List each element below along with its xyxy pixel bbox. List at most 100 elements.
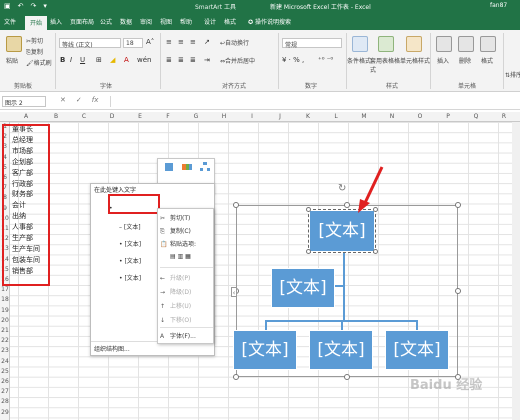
align-left-icon[interactable]: ≣: [166, 56, 172, 64]
resize-handle[interactable]: [455, 202, 461, 208]
row-header[interactable]: 19: [0, 307, 10, 314]
column-header[interactable]: E: [126, 113, 154, 120]
style-icon[interactable]: [164, 162, 174, 172]
menu-item-copy[interactable]: ⎘ 复制(C): [160, 226, 213, 236]
decimal-icon[interactable]: ⁺⁰ ⁻⁰: [318, 56, 333, 64]
insert-cells-button[interactable]: 插入: [437, 56, 449, 65]
resize-handle[interactable]: [455, 288, 461, 294]
org-node-child[interactable]: [文本]: [385, 330, 449, 370]
formula-input[interactable]: [110, 96, 515, 107]
paste-icon[interactable]: [6, 36, 22, 52]
user-name[interactable]: fan87: [490, 2, 507, 9]
tab-home[interactable]: 开始: [25, 16, 48, 30]
row-header[interactable]: 24: [0, 358, 10, 365]
tab-formulas[interactable]: 公式: [100, 17, 112, 26]
underline-button[interactable]: U: [80, 56, 85, 64]
customize-icon[interactable]: ▾: [43, 2, 47, 10]
currency-icon[interactable]: ¥ · % ,: [282, 56, 304, 64]
node-handle[interactable]: [373, 249, 378, 254]
tab-page-layout[interactable]: 页面布局: [70, 17, 94, 26]
pane-bullet[interactable]: • [文本]: [119, 273, 141, 282]
pane-bullet[interactable]: • [文本]: [119, 256, 141, 265]
menu-item-move-down[interactable]: ↓ 下移(O): [160, 315, 213, 324]
wrap-text-button[interactable]: ↩自动换行: [220, 38, 249, 47]
cell-style-button[interactable]: 单元格样式: [400, 56, 430, 65]
delete-cells-icon[interactable]: [458, 36, 474, 52]
row-header[interactable]: 21: [0, 327, 10, 334]
tab-view[interactable]: 视图: [160, 17, 172, 26]
undo-icon[interactable]: ↶: [18, 2, 24, 10]
column-header[interactable]: H: [210, 113, 238, 120]
redo-icon[interactable]: ↷: [31, 2, 37, 10]
align-center-icon[interactable]: ≣: [178, 56, 184, 64]
tab-file[interactable]: 文件: [4, 17, 16, 26]
save-icon[interactable]: ▣: [4, 2, 11, 10]
resize-handle[interactable]: [344, 374, 350, 380]
column-header[interactable]: A: [10, 113, 42, 120]
column-header[interactable]: B: [42, 113, 70, 120]
layout-icon[interactable]: [200, 162, 210, 172]
node-handle[interactable]: [306, 207, 311, 212]
column-header[interactable]: R: [490, 113, 518, 120]
enter-icon[interactable]: ✓: [76, 96, 82, 104]
org-node-top[interactable]: [文本]: [308, 209, 376, 253]
orientation-icon[interactable]: ↗: [204, 38, 210, 46]
indent-icon[interactable]: ⇥: [204, 56, 210, 64]
row-header[interactable]: 20: [0, 317, 10, 324]
column-header[interactable]: N: [378, 113, 406, 120]
table-format-button[interactable]: 套用表格格式: [370, 56, 400, 74]
cut-button[interactable]: ✂剪切: [26, 36, 43, 45]
pane-bullet[interactable]: – [文本]: [119, 222, 141, 231]
column-header[interactable]: M: [350, 113, 378, 120]
row-header[interactable]: 27: [0, 388, 10, 395]
insert-cells-icon[interactable]: [436, 36, 452, 52]
delete-cells-button[interactable]: 删除: [459, 56, 471, 65]
font-size-select[interactable]: 18: [123, 38, 143, 48]
column-header[interactable]: K: [294, 113, 322, 120]
function-icon[interactable]: fx: [92, 96, 99, 104]
column-header[interactable]: D: [98, 113, 126, 120]
rotate-handle-icon[interactable]: ↻: [338, 183, 346, 194]
tell-me-search[interactable]: ✪ 操作说明搜索: [248, 17, 291, 26]
menu-item-demote[interactable]: → 降级(D): [160, 287, 213, 296]
column-header[interactable]: O: [406, 113, 434, 120]
cancel-icon[interactable]: ✕: [60, 96, 66, 104]
column-header[interactable]: F: [154, 113, 182, 120]
align-top-icon[interactable]: ≡: [166, 38, 172, 46]
table-format-icon[interactable]: [378, 36, 394, 52]
font-name-select[interactable]: 等线 (正文): [59, 38, 121, 49]
resize-handle[interactable]: [233, 374, 239, 380]
format-painter-button[interactable]: 🖌格式刷: [26, 58, 52, 67]
expand-pane-icon[interactable]: ‹: [231, 287, 237, 297]
column-header[interactable]: G: [182, 113, 210, 120]
sort-button[interactable]: ⇅排序: [505, 70, 520, 79]
column-header[interactable]: I: [238, 113, 266, 120]
org-node-assistant[interactable]: [文本]: [271, 268, 335, 308]
vertical-scrollbar[interactable]: [512, 122, 520, 420]
paste-button[interactable]: 粘贴: [6, 56, 18, 65]
conditional-format-icon[interactable]: [352, 36, 368, 52]
org-node-child[interactable]: [文本]: [309, 330, 373, 370]
row-header[interactable]: 22: [0, 337, 10, 344]
tab-format[interactable]: 格式: [224, 17, 236, 26]
node-handle[interactable]: [306, 249, 311, 254]
menu-item-paste-options[interactable]: 📋 粘贴选项:: [160, 239, 213, 248]
menu-item-font[interactable]: A 字体(F)...: [160, 331, 213, 340]
italic-button[interactable]: I: [70, 56, 72, 64]
paste-text-icon[interactable]: ▦: [185, 253, 191, 260]
resize-handle[interactable]: [233, 202, 239, 208]
org-node-child[interactable]: [文本]: [233, 330, 297, 370]
align-bottom-icon[interactable]: ≡: [190, 38, 196, 46]
row-header[interactable]: 23: [0, 347, 10, 354]
color-icon[interactable]: [182, 162, 192, 172]
column-header[interactable]: P: [434, 113, 462, 120]
pane-bullet[interactable]: • [文本]: [119, 239, 141, 248]
align-right-icon[interactable]: ≣: [190, 56, 196, 64]
column-header[interactable]: C: [70, 113, 98, 120]
paste-keep-icon[interactable]: ▤: [170, 253, 178, 260]
column-header[interactable]: Q: [462, 113, 490, 120]
column-header[interactable]: L: [322, 113, 350, 120]
resize-handle[interactable]: [344, 202, 350, 208]
row-header[interactable]: 26: [0, 378, 10, 385]
align-middle-icon[interactable]: ≡: [178, 38, 184, 46]
